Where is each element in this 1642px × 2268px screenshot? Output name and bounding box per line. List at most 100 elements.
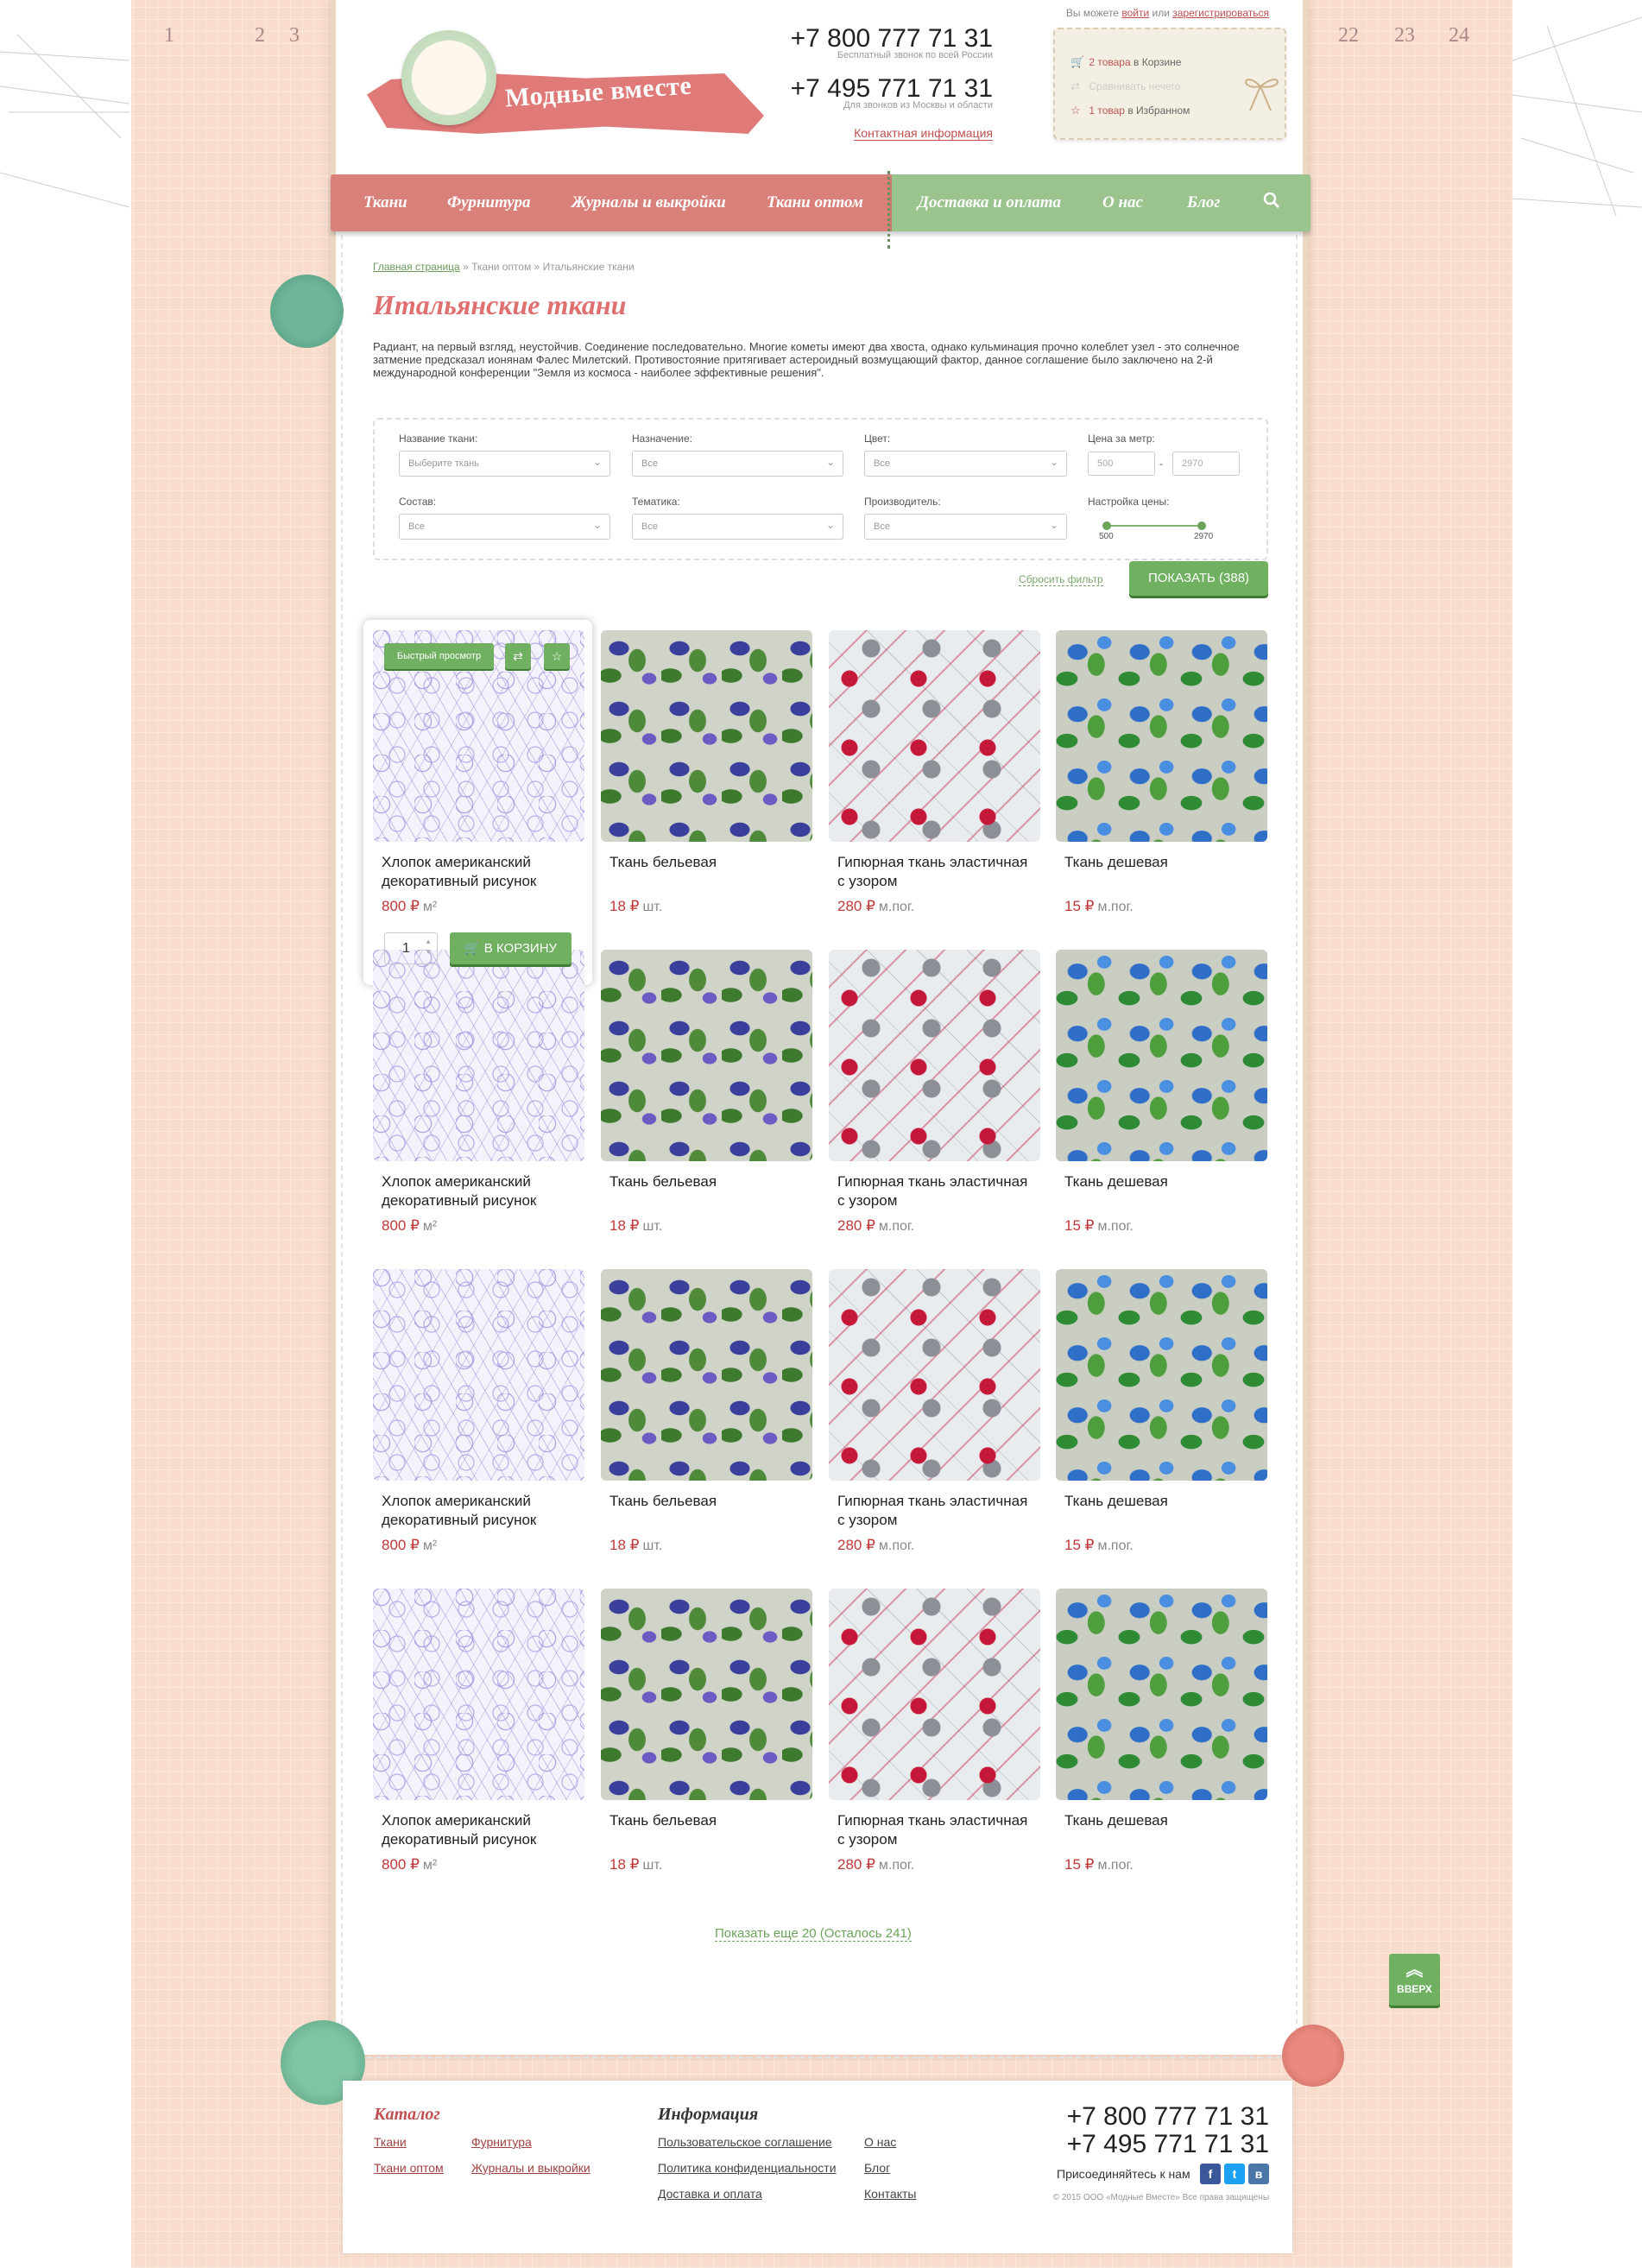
product-name[interactable]: Гипюрная ткань эластичная с узором — [837, 1811, 1036, 1849]
footer-link-accessories[interactable]: Фурнитура — [471, 2135, 532, 2149]
product-image[interactable] — [1056, 630, 1267, 842]
contact-info-link[interactable]: Контактная информация — [777, 126, 993, 141]
footer-link-wholesale[interactable]: Ткани оптом — [374, 2161, 444, 2175]
product-image[interactable] — [373, 950, 584, 1161]
reset-filter-link[interactable]: Сбросить фильтр — [1019, 573, 1103, 586]
footer-phone-2[interactable]: +7 495 771 71 31 — [1010, 2130, 1269, 2159]
header-phone-2[interactable]: +7 495 771 71 31 — [777, 74, 993, 104]
product-image[interactable] — [601, 1589, 812, 1800]
product-name[interactable]: Хлопок американский декоративный рисунок — [382, 1492, 580, 1530]
product-card[interactable]: Ткань бельевая 18 ₽ шт. — [601, 950, 812, 1243]
product-image[interactable] — [829, 950, 1040, 1161]
product-card[interactable]: Гипюрная ткань эластичная с узором 280 ₽ м… — [829, 1269, 1040, 1563]
register-link[interactable]: зарегистрироваться — [1172, 7, 1269, 19]
product-name[interactable]: Гипюрная ткань эластичная с узором — [837, 853, 1036, 891]
login-link[interactable]: войти — [1121, 7, 1149, 19]
breadcrumb-wholesale[interactable]: Ткани оптом — [471, 261, 531, 273]
product-card[interactable]: Хлопок американский декоративный рисунок… — [373, 950, 584, 1243]
product-name[interactable]: Гипюрная ткань эластичная с узором — [837, 1492, 1036, 1530]
product-image[interactable] — [601, 950, 812, 1161]
nav-item-about[interactable]: О нас — [1102, 193, 1143, 212]
footer-link-blog[interactable]: Блог — [864, 2161, 890, 2175]
favorites-row[interactable]: ☆ 1 товар в Избранном — [1070, 104, 1190, 117]
filter-purpose-select[interactable]: Все ⌄ — [632, 451, 843, 477]
cart-row[interactable]: 🛒 2 товара в Корзине — [1070, 55, 1181, 69]
favorite-button[interactable]: ☆ — [544, 643, 570, 669]
nav-item-delivery[interactable]: Доставка и оплата — [918, 193, 1061, 212]
footer-link-terms[interactable]: Пользовательское соглашение — [658, 2135, 832, 2149]
quick-view-button[interactable]: Быстрый просмотр — [384, 643, 494, 669]
product-name[interactable]: Ткань дешевая — [1064, 1811, 1263, 1830]
filter-name-select[interactable]: Выберите ткань ⌄ — [399, 451, 610, 477]
product-card[interactable]: Ткань дешевая 15 ₽ м.пог. — [1056, 1589, 1267, 1882]
show-results-button[interactable]: ПОКАЗАТЬ (388) — [1129, 561, 1268, 596]
footer-link-privacy[interactable]: Политика конфиденциальности — [658, 2161, 837, 2175]
product-card[interactable]: Хлопок американский декоративный рисунок… — [373, 630, 584, 924]
product-name[interactable]: Хлопок американский декоративный рисунок — [382, 1811, 580, 1849]
price-slider-min-handle[interactable] — [1102, 521, 1111, 530]
cart-count-link[interactable]: 2 товара — [1089, 56, 1130, 68]
header-phone-1[interactable]: +7 800 777 71 31 — [777, 24, 993, 54]
product-card[interactable]: Ткань бельевая 18 ₽ шт. — [601, 630, 812, 924]
vk-icon[interactable]: в — [1248, 2164, 1269, 2184]
breadcrumb-home[interactable]: Главная страница — [373, 261, 460, 273]
product-image[interactable] — [373, 1589, 584, 1800]
product-image[interactable] — [601, 1269, 812, 1481]
footer-link-contacts[interactable]: Контакты — [864, 2187, 916, 2201]
product-card[interactable]: Ткань дешевая 15 ₽ м.пог. — [1056, 1269, 1267, 1563]
nav-item-fabrics[interactable]: Ткани — [363, 193, 407, 212]
search-icon[interactable] — [1263, 192, 1280, 214]
product-image[interactable] — [829, 1269, 1040, 1481]
product-name[interactable]: Ткань бельевая — [609, 1172, 808, 1191]
facebook-icon[interactable]: f — [1200, 2164, 1221, 2184]
product-image[interactable] — [1056, 950, 1267, 1161]
product-image[interactable] — [1056, 1269, 1267, 1481]
product-card[interactable]: Ткань дешевая 15 ₽ м.пог. — [1056, 630, 1267, 924]
product-name[interactable]: Ткань дешевая — [1064, 853, 1263, 872]
product-image[interactable] — [373, 1269, 584, 1481]
product-image[interactable] — [829, 1589, 1040, 1800]
filter-theme-select[interactable]: Все ⌄ — [632, 514, 843, 540]
product-name[interactable]: Хлопок американский декоративный рисунок — [382, 1172, 580, 1210]
compare-button[interactable]: ⇄ — [505, 643, 531, 669]
price-from-input[interactable]: 500 — [1088, 452, 1155, 476]
footer-phone-1[interactable]: +7 800 777 71 31 — [1010, 2102, 1269, 2132]
quantity-stepper[interactable]: 1 ▲ ▼ — [384, 932, 438, 964]
product-card[interactable]: Хлопок американский декоративный рисунок… — [373, 1269, 584, 1563]
product-image[interactable] — [601, 630, 812, 842]
product-name[interactable]: Ткань бельевая — [609, 1492, 808, 1511]
nav-item-blog[interactable]: Блог — [1187, 193, 1220, 212]
filter-color-select[interactable]: Все ⌄ — [864, 451, 1067, 477]
product-name[interactable]: Гипюрная ткань эластичная с узором — [837, 1172, 1036, 1210]
product-name[interactable]: Ткань дешевая — [1064, 1172, 1263, 1191]
product-card[interactable]: Гипюрная ткань эластичная с узором 280 ₽ м… — [829, 950, 1040, 1243]
show-more-link[interactable]: Показать еще 20 (Осталось 241) — [715, 1926, 912, 1942]
product-card[interactable]: Ткань бельевая 18 ₽ шт. — [601, 1269, 812, 1563]
footer-link-magazines[interactable]: Журналы и выкройки — [471, 2161, 590, 2175]
nav-item-wholesale[interactable]: Ткани оптом — [767, 193, 863, 212]
price-to-input[interactable]: 2970 — [1172, 452, 1240, 476]
product-name[interactable]: Хлопок американский декоративный рисунок — [382, 853, 580, 891]
product-card[interactable]: Гипюрная ткань эластичная с узором 280 ₽ м… — [829, 1589, 1040, 1882]
product-image[interactable] — [1056, 1589, 1267, 1800]
footer-link-about[interactable]: О нас — [864, 2135, 896, 2149]
price-slider-max-handle[interactable] — [1197, 521, 1206, 530]
nav-item-magazines[interactable]: Журналы и выкройки — [572, 193, 726, 212]
product-card[interactable]: Хлопок американский декоративный рисунок… — [373, 1589, 584, 1882]
filter-composition-select[interactable]: Все ⌄ — [399, 514, 610, 540]
product-card[interactable]: Ткань бельевая 18 ₽ шт. — [601, 1589, 812, 1882]
product-card[interactable]: Ткань дешевая 15 ₽ м.пог. — [1056, 950, 1267, 1243]
add-to-cart-button[interactable]: 🛒 В КОРЗИНУ — [450, 932, 572, 964]
product-card[interactable]: Гипюрная ткань эластичная с узором 280 ₽ м… — [829, 630, 1040, 924]
nav-item-accessories[interactable]: Фурнитура — [447, 193, 530, 212]
product-name[interactable]: Ткань дешевая — [1064, 1492, 1263, 1511]
filter-maker-select[interactable]: Все ⌄ — [864, 514, 1067, 540]
site-logo[interactable]: Модные вместе — [367, 26, 764, 155]
footer-link-delivery[interactable]: Доставка и оплата — [658, 2187, 762, 2201]
product-name[interactable]: Ткань бельевая — [609, 1811, 808, 1830]
footer-link-fabrics[interactable]: Ткани — [374, 2135, 407, 2149]
product-name[interactable]: Ткань бельевая — [609, 853, 808, 872]
stepper-arrows-icon[interactable]: ▲ ▼ — [425, 937, 432, 957]
favorites-count-link[interactable]: 1 товар — [1089, 104, 1125, 117]
scroll-up-button[interactable]: ︽ ВВЕРХ — [1389, 1954, 1440, 2006]
